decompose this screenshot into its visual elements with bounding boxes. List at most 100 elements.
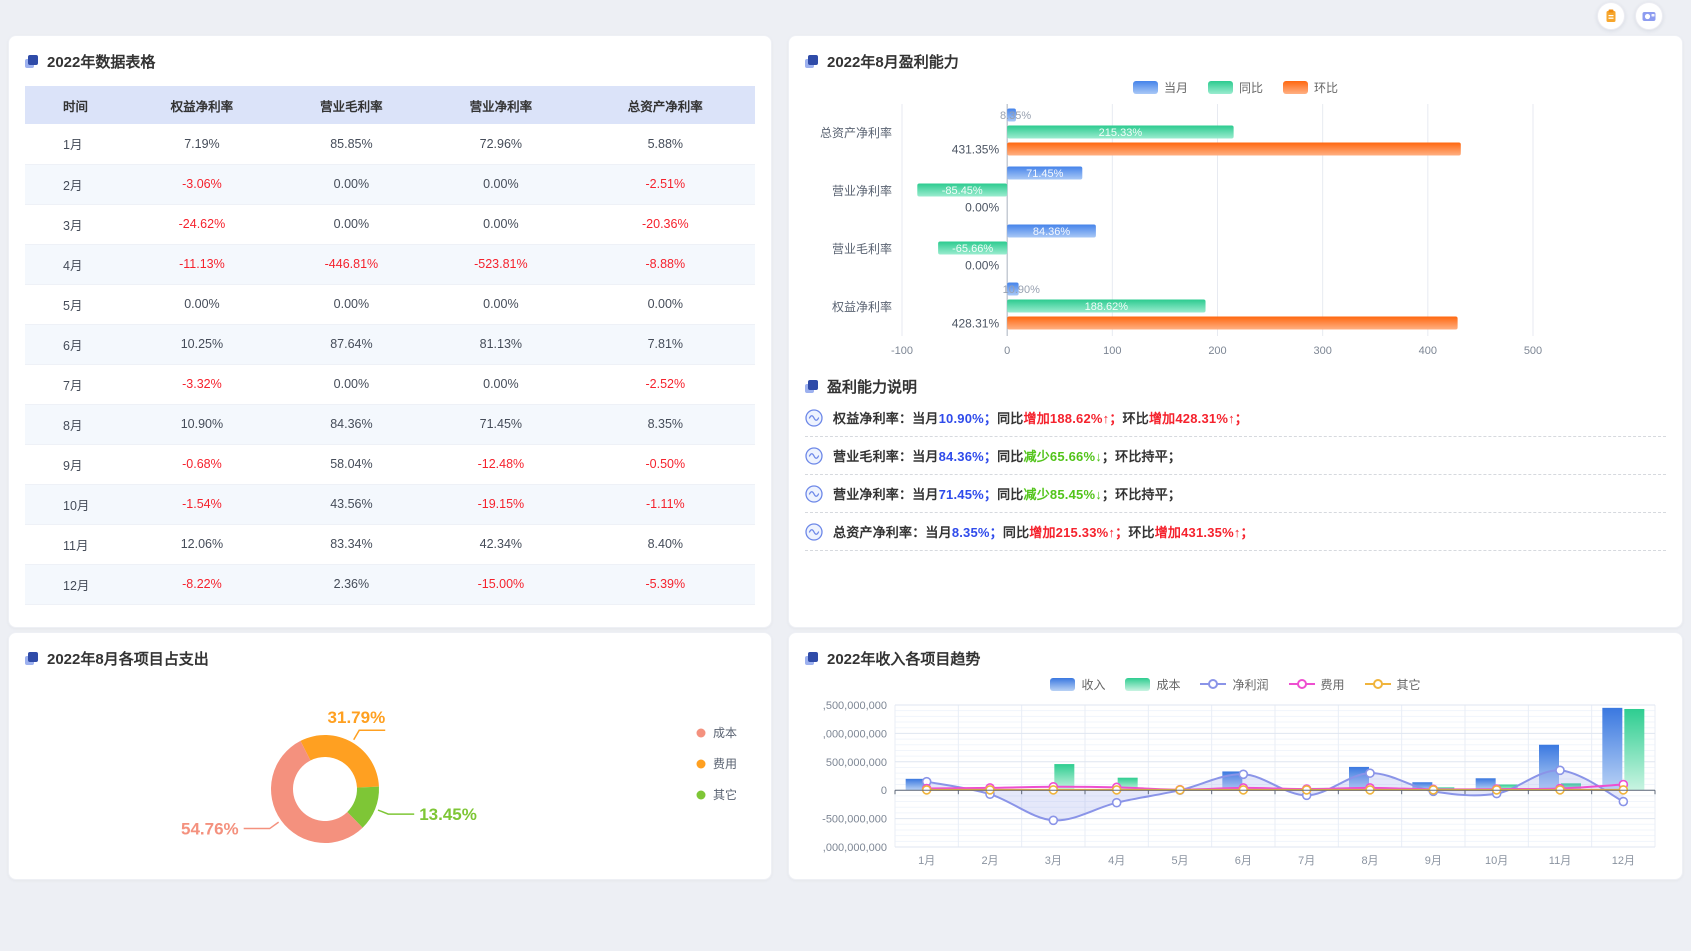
svg-text:428.31%: 428.31% <box>952 317 1000 331</box>
legend-item-成本[interactable]: 成本 <box>697 726 738 740</box>
divider <box>805 436 1666 437</box>
trend-x-label: 12月 <box>1612 855 1635 867</box>
legend-item-环比[interactable]: 环比 <box>1283 79 1338 96</box>
table-row: 6月10.25%87.64%81.13%7.81% <box>25 324 755 364</box>
legend-label: 当月 <box>1164 79 1188 96</box>
legend-line-icon <box>1200 678 1226 690</box>
table-cell: 83.34% <box>277 524 426 564</box>
trend-x-label: 2月 <box>981 855 998 867</box>
table-cell: -11.13% <box>127 244 276 284</box>
profit-panel-header: 2022年8月盈利能力 <box>805 48 1666 74</box>
row-label: 6月 <box>25 324 127 364</box>
legend-line-icon <box>1365 678 1391 690</box>
note-text: 营业净利率：当月71.45%；同比减少85.45%↓；环比持平； <box>833 484 1181 503</box>
svg-text:-100: -100 <box>891 345 913 357</box>
panel-title: 2022年8月各项目占支出 <box>47 648 209 669</box>
dashboard: 2022年数据表格 时间权益净利率营业毛利率营业净利率总资产净利率 1月7.19… <box>0 0 1691 951</box>
trend-x-label: 5月 <box>1171 855 1188 867</box>
table-cell: 0.00% <box>277 164 426 204</box>
svg-text:10.90%: 10.90% <box>1003 284 1041 296</box>
legend-item-成本[interactable]: 成本 <box>1125 676 1180 693</box>
table-cell: -19.15% <box>426 484 575 524</box>
table-cell: -8.88% <box>576 244 755 284</box>
trend-x-label: 4月 <box>1108 855 1125 867</box>
table-row: 8月10.90%84.36%71.45%8.35% <box>25 404 755 444</box>
svg-text:0.00%: 0.00% <box>965 259 999 273</box>
panel-bullet-icon <box>25 652 38 665</box>
table-header-row: 时间权益净利率营业毛利率营业净利率总资产净利率 <box>25 86 755 124</box>
table-cell: 7.19% <box>127 124 276 164</box>
trend-x-label: 1月 <box>918 855 935 867</box>
table-row: 2月-3.06%0.00%0.00%-2.51% <box>25 164 755 204</box>
column-header: 时间 <box>25 86 127 124</box>
panel-bullet-icon <box>805 652 818 665</box>
svg-text:0: 0 <box>1004 345 1010 357</box>
panel-title: 2022年收入各项目趋势 <box>827 648 980 669</box>
table-cell: 2.36% <box>277 564 426 604</box>
hbar-bar-环比 <box>1007 143 1461 156</box>
legend-item-同比[interactable]: 同比 <box>1208 79 1263 96</box>
svg-text:0.00%: 0.00% <box>965 201 999 215</box>
table-cell: -15.00% <box>426 564 575 604</box>
table-cell: -5.39% <box>576 564 755 604</box>
expense-donut-chart: 31.79%13.45%54.76%成本费用其它 <box>25 671 755 876</box>
hbar-category-label: 营业净利率 <box>832 183 892 198</box>
table-cell: 0.00% <box>127 284 276 324</box>
table-cell: 12.06% <box>127 524 276 564</box>
pulse-icon <box>805 523 823 541</box>
svg-text:100: 100 <box>1103 345 1121 357</box>
panel-trend: 2022年收入各项目趋势 收入 成本 净利润 费用 其它 ,500,000,000,00… <box>788 632 1683 880</box>
svg-text:400: 400 <box>1419 345 1437 357</box>
table-cell: -2.52% <box>576 364 755 404</box>
table-cell: -12.48% <box>426 444 575 484</box>
legend-label: 其它 <box>1397 676 1421 693</box>
row-label: 7月 <box>25 364 127 404</box>
table-cell: 8.35% <box>576 404 755 444</box>
trend-bar-收入 <box>1602 708 1622 790</box>
legend-label: 净利润 <box>1232 676 1268 693</box>
svg-text:-500,000,000: -500,000,000 <box>822 814 887 826</box>
legend-item-费用[interactable]: 费用 <box>697 757 738 771</box>
table-cell: 0.00% <box>277 204 426 244</box>
svg-text:200: 200 <box>1208 345 1226 357</box>
legend-item-其它[interactable]: 其它 <box>1365 676 1421 693</box>
panel-table: 2022年数据表格 时间权益净利率营业毛利率营业净利率总资产净利率 1月7.19… <box>8 35 772 628</box>
table-row: 12月-8.22%2.36%-15.00%-5.39% <box>25 564 755 604</box>
divider <box>805 550 1666 551</box>
trend-legend: 收入 成本 净利润 费用 其它 <box>805 673 1666 695</box>
legend-item-当月[interactable]: 当月 <box>1133 79 1188 96</box>
panel-bullet-icon <box>805 55 818 68</box>
table-row: 1月7.19%85.85%72.96%5.88% <box>25 124 755 164</box>
note-item: 营业净利率：当月71.45%；同比减少85.45%↓；环比持平； <box>805 484 1666 503</box>
row-label: 8月 <box>25 404 127 444</box>
svg-text:500: 500 <box>1524 345 1542 357</box>
svg-text:-85.45%: -85.45% <box>942 185 983 197</box>
legend-item-其它[interactable]: 其它 <box>697 787 738 802</box>
svg-text:71.45%: 71.45% <box>1026 168 1064 180</box>
table-row: 7月-3.32%0.00%0.00%-2.52% <box>25 364 755 404</box>
legend-item-费用[interactable]: 费用 <box>1289 676 1345 693</box>
table-cell: -1.54% <box>127 484 276 524</box>
row-label: 1月 <box>25 124 127 164</box>
note-text: 营业毛利率：当月84.36%；同比减少65.66%↓；环比持平； <box>833 446 1181 465</box>
svg-text:188.62%: 188.62% <box>1085 301 1129 313</box>
trend-panel-header: 2022年收入各项目趋势 <box>805 645 1666 671</box>
table-cell: 71.45% <box>426 404 575 444</box>
table-cell: -3.32% <box>127 364 276 404</box>
divider <box>805 512 1666 513</box>
svg-text:8.35%: 8.35% <box>1000 110 1031 122</box>
table-cell: 0.00% <box>277 364 426 404</box>
table-cell: -20.36% <box>576 204 755 244</box>
profit-bar-chart: -1000100200300400500总资产净利率8.35%215.33%43… <box>805 98 1666 366</box>
trend-combo-chart: ,500,000,000,000,000,000500,000,0000-500… <box>805 695 1666 880</box>
table-cell: 0.00% <box>426 284 575 324</box>
clipboard-button[interactable] <box>1597 2 1625 30</box>
row-label: 5月 <box>25 284 127 324</box>
screenshot-button[interactable] <box>1635 2 1663 30</box>
svg-text:,500,000,000: ,500,000,000 <box>823 700 887 712</box>
legend-item-收入[interactable]: 收入 <box>1050 676 1105 693</box>
legend-item-净利润[interactable]: 净利润 <box>1200 676 1268 693</box>
topbar <box>1597 2 1663 30</box>
legend-label: 收入 <box>1081 676 1105 693</box>
hbar-category-label: 总资产净利率 <box>820 125 892 140</box>
